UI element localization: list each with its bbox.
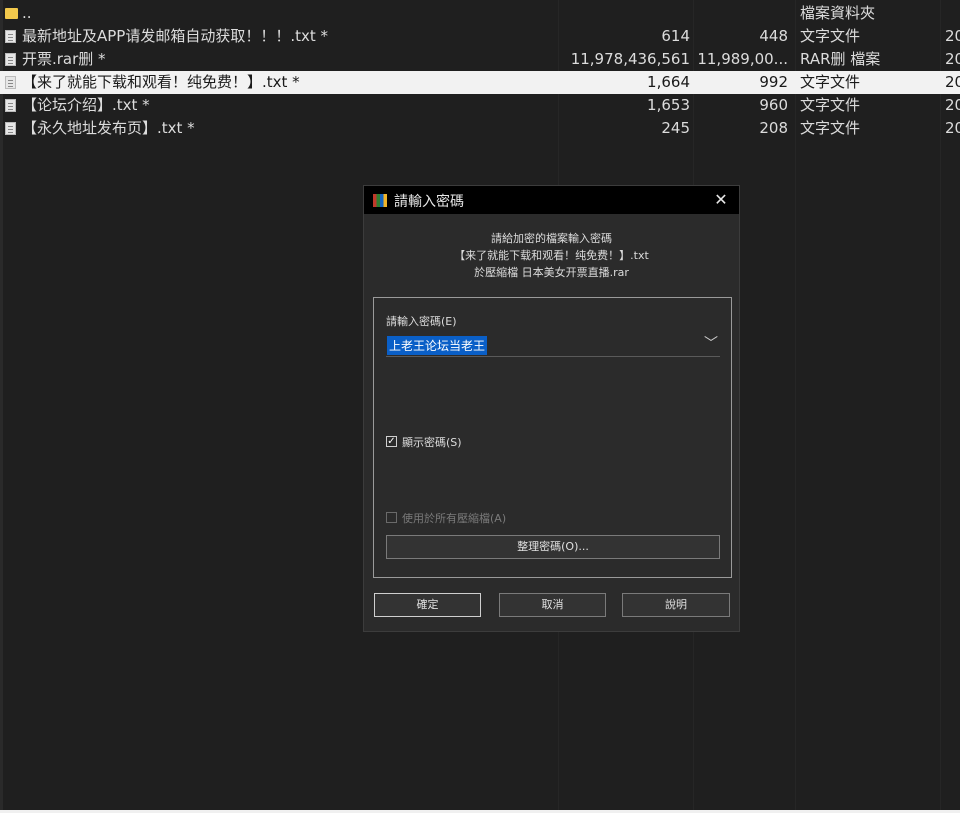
- file-type: RAR删 檔案: [800, 50, 881, 68]
- password-dialog: 請輸入密碼 ✕ 請給加密的檔案輸入密碼 【来了就能下载和观看！纯免费！】.txt…: [363, 185, 740, 632]
- file-packed-size: 960: [759, 96, 788, 114]
- file-row[interactable]: .. 檔案資料夾: [0, 2, 960, 25]
- file-modified: 20: [945, 27, 960, 45]
- file-modified: 20: [945, 50, 960, 68]
- show-password-label[interactable]: 顯示密碼(S): [402, 434, 462, 450]
- close-button[interactable]: ✕: [711, 189, 731, 211]
- file-icon: [5, 76, 16, 89]
- file-modified: 20: [945, 96, 960, 114]
- file-name: 开票.rar删 *: [22, 50, 106, 68]
- password-input[interactable]: 上老王论坛当老王: [387, 336, 488, 355]
- dialog-title: 請輸入密碼: [394, 194, 464, 210]
- file-row[interactable]: 开票.rar删 * 11,978,436,561 11,989,00... RAR删 …: [0, 48, 960, 71]
- file-modified: 20: [945, 119, 960, 137]
- file-row[interactable]: 【来了就能下载和观看！纯免费！】.txt * 1,664 992 文字文件 20: [0, 71, 960, 94]
- password-combobox[interactable]: 上老王论坛当老王 ﹀: [386, 334, 720, 357]
- info-line-3: 於壓縮檔 日本美女开票直播.rar: [474, 266, 629, 279]
- checkmark-icon: ✓: [387, 436, 396, 447]
- organize-passwords-button[interactable]: 整理密碼(O)...: [386, 535, 720, 559]
- dialog-info: 請給加密的檔案輸入密碼 【来了就能下载和观看！纯免费！】.txt 於壓縮檔 日本…: [364, 230, 739, 281]
- file-name: ..: [22, 4, 32, 22]
- file-type: 文字文件: [800, 73, 861, 91]
- file-size: 1,653: [647, 96, 690, 114]
- file-packed-size: 448: [759, 27, 788, 45]
- help-button[interactable]: 說明: [622, 593, 730, 617]
- file-packed-size: 992: [759, 73, 788, 91]
- file-row[interactable]: 【永久地址发布页】.txt * 245 208 文字文件 20: [0, 117, 960, 140]
- use-all-archives-label[interactable]: 使用於所有壓縮檔(A): [402, 510, 506, 526]
- file-packed-size: 208: [759, 119, 788, 137]
- winrar-icon: [373, 194, 387, 207]
- file-icon: [5, 53, 16, 66]
- file-packed-size: 11,989,00...: [697, 50, 788, 68]
- file-name: 【论坛介绍】.txt *: [22, 96, 150, 114]
- file-size: 614: [661, 27, 690, 45]
- cancel-button[interactable]: 取消: [499, 593, 606, 617]
- file-name: 【来了就能下载和观看！纯免费！】.txt *: [22, 73, 300, 91]
- file-size: 245: [661, 119, 690, 137]
- file-icon: [5, 99, 16, 112]
- file-name: 最新地址及APP请发邮箱自动获取！！！.txt *: [22, 27, 329, 45]
- file-type: 文字文件: [800, 27, 861, 45]
- password-group: 請輸入密碼(E) 上老王论坛当老王 ﹀ ✓ 顯示密碼(S) 使用於所有壓縮檔(A…: [373, 297, 732, 578]
- file-icon: [5, 122, 16, 135]
- file-type: 文字文件: [800, 96, 861, 114]
- info-line-2: 【来了就能下载和观看！纯免费！】.txt: [454, 249, 649, 262]
- file-type: 文字文件: [800, 119, 861, 137]
- show-password-checkbox[interactable]: ✓: [386, 436, 397, 447]
- file-row[interactable]: 最新地址及APP请发邮箱自动获取！！！.txt * 614 448 文字文件 20: [0, 25, 960, 48]
- ok-button[interactable]: 確定: [374, 593, 481, 617]
- file-name: 【永久地址发布页】.txt *: [22, 119, 195, 137]
- file-size: 11,978,436,561: [570, 50, 690, 68]
- file-row[interactable]: 【论坛介绍】.txt * 1,653 960 文字文件 20: [0, 94, 960, 117]
- chevron-down-icon[interactable]: ﹀: [704, 334, 718, 354]
- file-type: 檔案資料夾: [800, 4, 876, 22]
- info-line-1: 請給加密的檔案輸入密碼: [491, 232, 612, 245]
- file-modified: 20: [945, 73, 960, 91]
- use-all-archives-checkbox[interactable]: [386, 512, 397, 523]
- folder-icon: [5, 8, 18, 19]
- dialog-titlebar[interactable]: 請輸入密碼 ✕: [364, 186, 739, 214]
- password-label: 請輸入密碼(E): [386, 315, 457, 328]
- file-icon: [5, 30, 16, 43]
- file-size: 1,664: [647, 73, 690, 91]
